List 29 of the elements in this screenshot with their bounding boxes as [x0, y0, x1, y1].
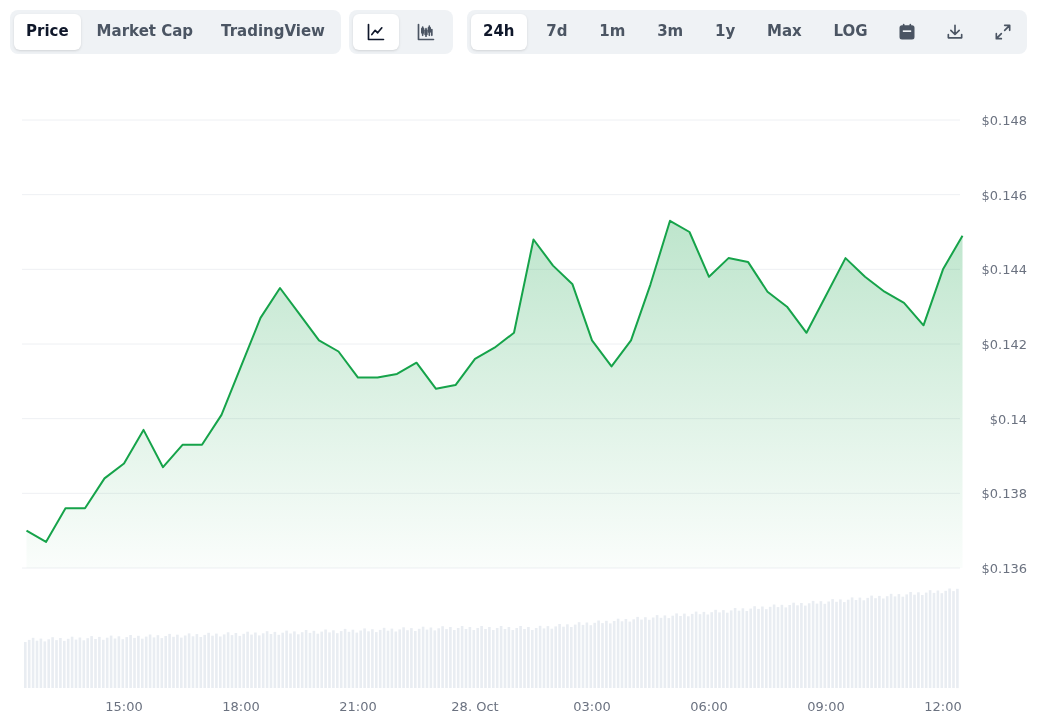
x-axis-label: 15:00: [105, 699, 143, 714]
y-axis-label: $0.148: [981, 113, 1027, 128]
x-axis-label: 12:00: [924, 699, 962, 714]
calendar-icon: [897, 21, 918, 42]
time-range-tab[interactable]: 1m: [587, 13, 638, 50]
chart-tab[interactable]: TradingView: [209, 13, 337, 50]
x-axis-label: 18:00: [222, 699, 260, 714]
x-axis-label: 21:00: [339, 699, 377, 714]
y-axis-label: $0.138: [981, 486, 1027, 502]
x-axis-label: 28. Oct: [451, 699, 499, 714]
time-range-tab[interactable]: 1y: [703, 13, 748, 50]
y-axis-label: $0.136: [981, 561, 1027, 576]
y-axis-label: $0.144: [981, 262, 1027, 278]
time-range-tab[interactable]: 3m: [645, 13, 696, 50]
time-range-tab[interactable]: 7d: [534, 13, 580, 50]
x-axis-label: 06:00: [690, 699, 728, 714]
time-range-tab[interactable]: Max: [755, 13, 814, 50]
time-range-tab[interactable]: LOG: [821, 13, 880, 50]
x-axis-label: 09:00: [807, 699, 845, 714]
y-axis-label: $0.14: [989, 411, 1027, 427]
x-axis-label: 03:00: [573, 699, 611, 714]
chart-tab[interactable]: Market Cap: [84, 13, 206, 50]
candlestick-icon: [416, 21, 436, 42]
time-range-tab[interactable]: 24h: [471, 13, 527, 50]
y-axis-label: $0.146: [981, 187, 1027, 203]
y-axis-label: $0.142: [981, 337, 1027, 352]
chart-tab[interactable]: Price: [14, 13, 81, 50]
chart-type-button[interactable]: [353, 13, 399, 50]
line-chart-icon: [366, 21, 386, 42]
